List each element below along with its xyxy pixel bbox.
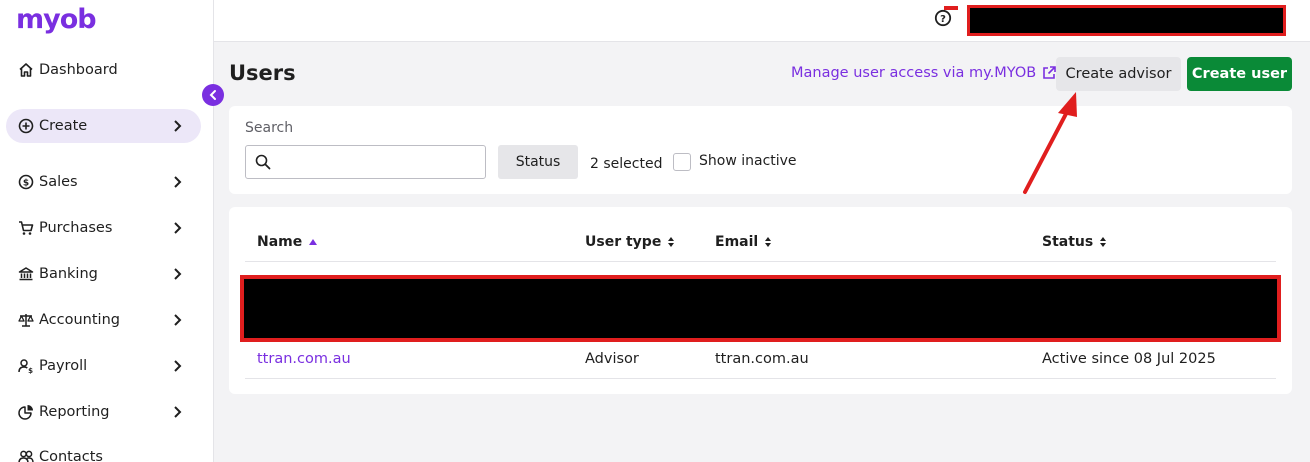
svg-text:$: $ xyxy=(22,179,28,189)
column-header-label: Email xyxy=(715,234,759,250)
help-circle-icon[interactable]: ? xyxy=(934,9,952,27)
sidebar-item-label: Accounting xyxy=(39,312,120,328)
status-selected-count: 2 selected xyxy=(590,156,663,172)
sidebar-item-create[interactable]: Create xyxy=(6,109,201,143)
scales-icon xyxy=(17,312,34,329)
sidebar-item-label: Contacts xyxy=(39,449,103,462)
top-bar: ? xyxy=(214,0,1310,42)
svg-text:$: $ xyxy=(28,367,33,374)
person-dollar-icon: $ xyxy=(17,358,34,375)
sidebar-item-purchases[interactable]: Purchases xyxy=(6,211,201,245)
chevron-right-icon xyxy=(174,222,182,234)
user-status-cell: Active since 08 Jul 2025 xyxy=(1042,351,1216,367)
user-type-cell: Advisor xyxy=(585,351,639,367)
people-icon xyxy=(17,449,34,462)
sidebar-item-label: Payroll xyxy=(39,358,88,374)
sidebar-item-banking[interactable]: Banking xyxy=(6,257,201,291)
chevron-right-icon xyxy=(174,268,182,280)
column-header-label: Name xyxy=(257,234,303,250)
cart-icon xyxy=(17,220,34,237)
status-filter-button[interactable]: Status xyxy=(498,145,578,179)
plus-circle-icon xyxy=(17,118,34,135)
table-header-divider xyxy=(245,261,1276,262)
filter-panel: Search Status 2 selected Show inactive xyxy=(229,106,1292,194)
sort-icon xyxy=(1100,237,1107,247)
myob-logo[interactable]: myob xyxy=(16,4,97,35)
sidebar-item-reporting[interactable]: Reporting xyxy=(6,395,201,429)
sidebar-item-payroll[interactable]: $ Payroll xyxy=(6,349,201,383)
sidebar-item-label: Reporting xyxy=(39,404,110,420)
sort-icon xyxy=(668,237,675,247)
chevron-right-icon xyxy=(174,176,182,188)
column-header-name[interactable]: Name xyxy=(257,234,318,250)
sidebar-item-label: Purchases xyxy=(39,220,113,236)
show-inactive-label[interactable]: Show inactive xyxy=(699,153,797,169)
external-link-icon xyxy=(1043,66,1057,79)
table-row-divider xyxy=(245,378,1276,379)
sidebar-item-dashboard[interactable]: Dashboard xyxy=(6,53,201,87)
sidebar-item-label: Create xyxy=(39,118,88,134)
bank-icon xyxy=(17,266,34,283)
column-header-email[interactable]: Email xyxy=(715,234,772,250)
dollar-circle-icon: $ xyxy=(17,174,34,191)
chevron-right-icon xyxy=(174,360,182,372)
sidebar-item-label: Dashboard xyxy=(39,62,118,78)
create-user-button[interactable]: Create user xyxy=(1187,57,1292,91)
show-inactive-checkbox[interactable] xyxy=(673,153,691,171)
column-header-status[interactable]: Status xyxy=(1042,234,1107,250)
chevron-right-icon xyxy=(174,120,182,132)
sidebar-item-label: Sales xyxy=(39,174,78,190)
pie-chart-icon xyxy=(17,404,34,421)
manage-user-access-link[interactable]: Manage user access via my.MYOB xyxy=(791,65,1057,81)
create-advisor-button[interactable]: Create advisor xyxy=(1056,57,1181,91)
page-title: Users xyxy=(229,61,296,85)
user-email-cell: ttran.com.au xyxy=(715,351,809,367)
sort-ascending-icon xyxy=(309,239,318,245)
sidebar-item-contacts[interactable]: Contacts xyxy=(6,440,201,462)
sidebar-item-label: Banking xyxy=(39,266,98,282)
sort-icon xyxy=(765,237,772,247)
column-header-user-type[interactable]: User type xyxy=(585,234,675,250)
sidebar-item-sales[interactable]: $ Sales xyxy=(6,165,201,199)
chevron-right-icon xyxy=(174,314,182,326)
manage-link-label: Manage user access via my.MYOB xyxy=(791,65,1037,81)
column-header-label: Status xyxy=(1042,234,1094,250)
user-name-link[interactable]: ttran.com.au xyxy=(257,351,351,367)
svg-text:?: ? xyxy=(940,14,946,25)
sidebar: myob Dashboard Create $ Sales Purchases … xyxy=(0,0,214,462)
create-advisor-label: Create advisor xyxy=(1065,66,1172,82)
redacted-account-menu[interactable] xyxy=(967,5,1286,36)
chevron-left-icon xyxy=(209,90,216,100)
column-header-label: User type xyxy=(585,234,662,250)
collapse-sidebar-button[interactable] xyxy=(202,84,224,106)
sidebar-item-accounting[interactable]: Accounting xyxy=(6,303,201,337)
redacted-table-row xyxy=(240,275,1281,342)
chevron-right-icon xyxy=(174,406,182,418)
search-icon xyxy=(255,154,271,170)
home-icon xyxy=(17,62,34,79)
annotation-mark xyxy=(944,6,958,10)
search-label: Search xyxy=(245,120,294,136)
search-input[interactable] xyxy=(245,145,486,179)
